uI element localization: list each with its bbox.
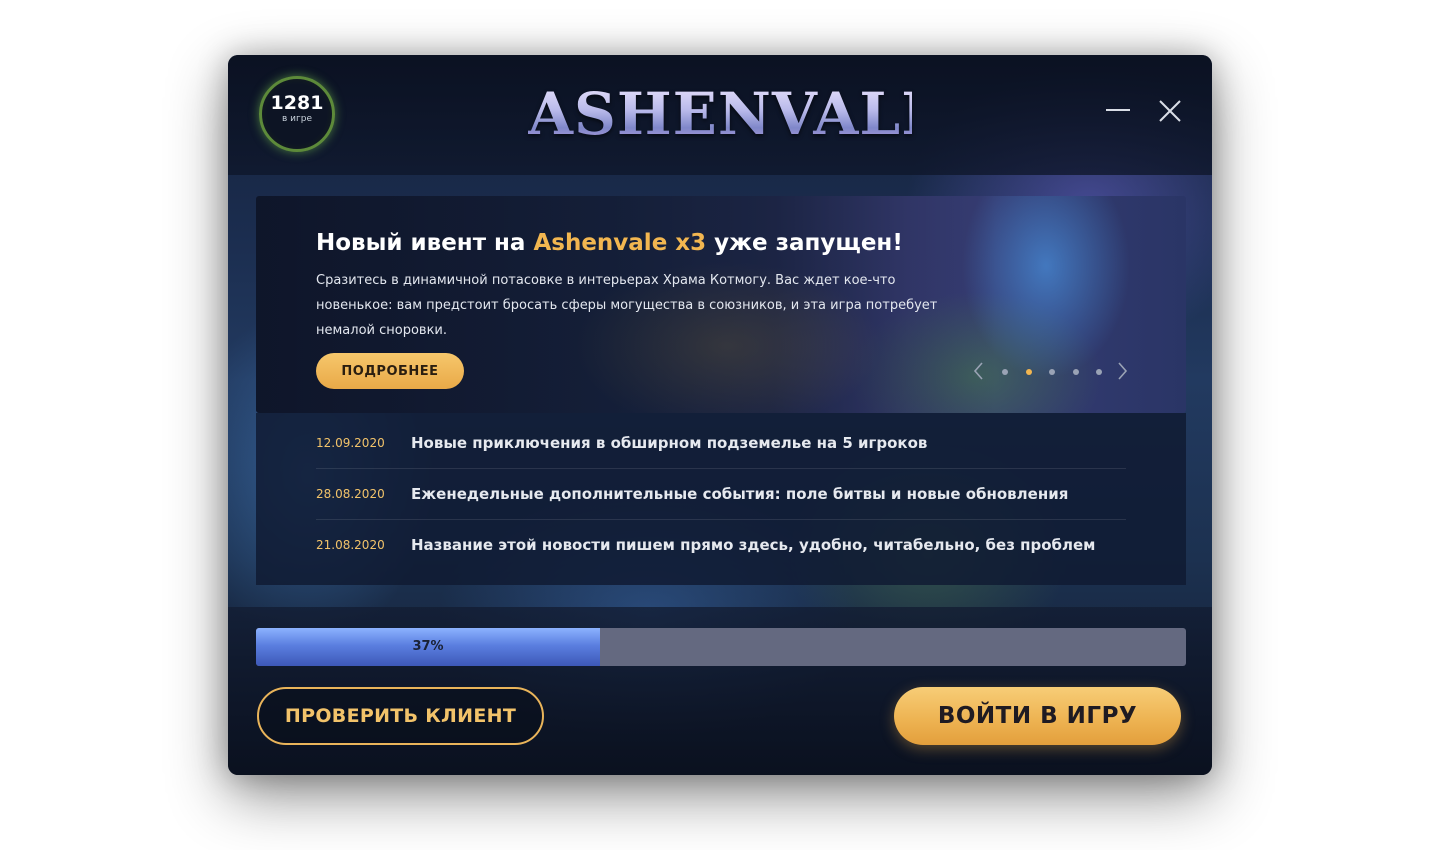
close-button[interactable]: [1156, 97, 1184, 125]
online-label: в игре: [282, 114, 312, 124]
news-item[interactable]: 12.09.2020 Новые приключения в обширном …: [316, 418, 1126, 469]
header: 1281 в игре ASHENVALE: [228, 55, 1212, 175]
minimize-button[interactable]: [1104, 97, 1130, 123]
news-list: 12.09.2020 Новые приключения в обширном …: [256, 413, 1186, 585]
slide-dot[interactable]: [1049, 369, 1055, 375]
prev-slide-button[interactable]: [972, 361, 986, 381]
news-item[interactable]: 28.08.2020 Еженедельные дополнительные с…: [316, 469, 1126, 520]
game-logo: ASHENVALE: [528, 80, 947, 148]
download-progress: 37%: [256, 628, 1186, 666]
hero-description: Сразитесь в динамичной потасовке в интер…: [316, 273, 938, 338]
news-item[interactable]: 21.08.2020 Название этой новости пишем п…: [316, 520, 1126, 571]
hero-title-accent: Ashenvale x3: [533, 230, 707, 256]
hero-banner: Новый ивент на Ashenvale x3 уже запущен!…: [256, 196, 1186, 413]
news-title: Еженедельные дополнительные события: пол…: [411, 485, 1069, 503]
bottom-panel: 37% ПРОВЕРИТЬ КЛИЕНТ ВОЙТИ В ИГРУ: [228, 607, 1212, 775]
slide-dot[interactable]: [1073, 369, 1079, 375]
news-title: Название этой новости пишем прямо здесь,…: [411, 536, 1096, 554]
news-date: 28.08.2020: [316, 487, 385, 501]
chevron-left-icon: [973, 362, 983, 380]
online-count: 1281: [270, 92, 324, 114]
slide-dot[interactable]: [1026, 369, 1032, 375]
more-button[interactable]: ПОДРОБНЕЕ: [316, 353, 464, 389]
launcher-window: 1281 в игре ASHENVALE Новый ивент на Ash…: [228, 55, 1212, 775]
hero-title-suffix: уже запущен!: [706, 230, 903, 256]
news-title: Новые приключения в обширном подземелье …: [411, 434, 928, 452]
next-slide-button[interactable]: [1115, 361, 1129, 381]
slide-dot[interactable]: [1002, 369, 1008, 375]
chevron-right-icon: [1118, 362, 1128, 380]
close-icon: [1159, 100, 1181, 122]
slide-dot[interactable]: [1096, 369, 1102, 375]
online-counter: 1281 в игре: [259, 76, 335, 152]
news-date: 21.08.2020: [316, 538, 385, 552]
hero-title-prefix: Новый ивент на: [316, 230, 534, 256]
check-client-button[interactable]: ПРОВЕРИТЬ КЛИЕНТ: [257, 687, 544, 745]
progress-label: 37%: [412, 639, 444, 654]
hero-title: Новый ивент на Ashenvale x3 уже запущен!: [316, 230, 1156, 256]
play-button[interactable]: ВОЙТИ В ИГРУ: [894, 687, 1181, 745]
news-date: 12.09.2020: [316, 436, 385, 450]
